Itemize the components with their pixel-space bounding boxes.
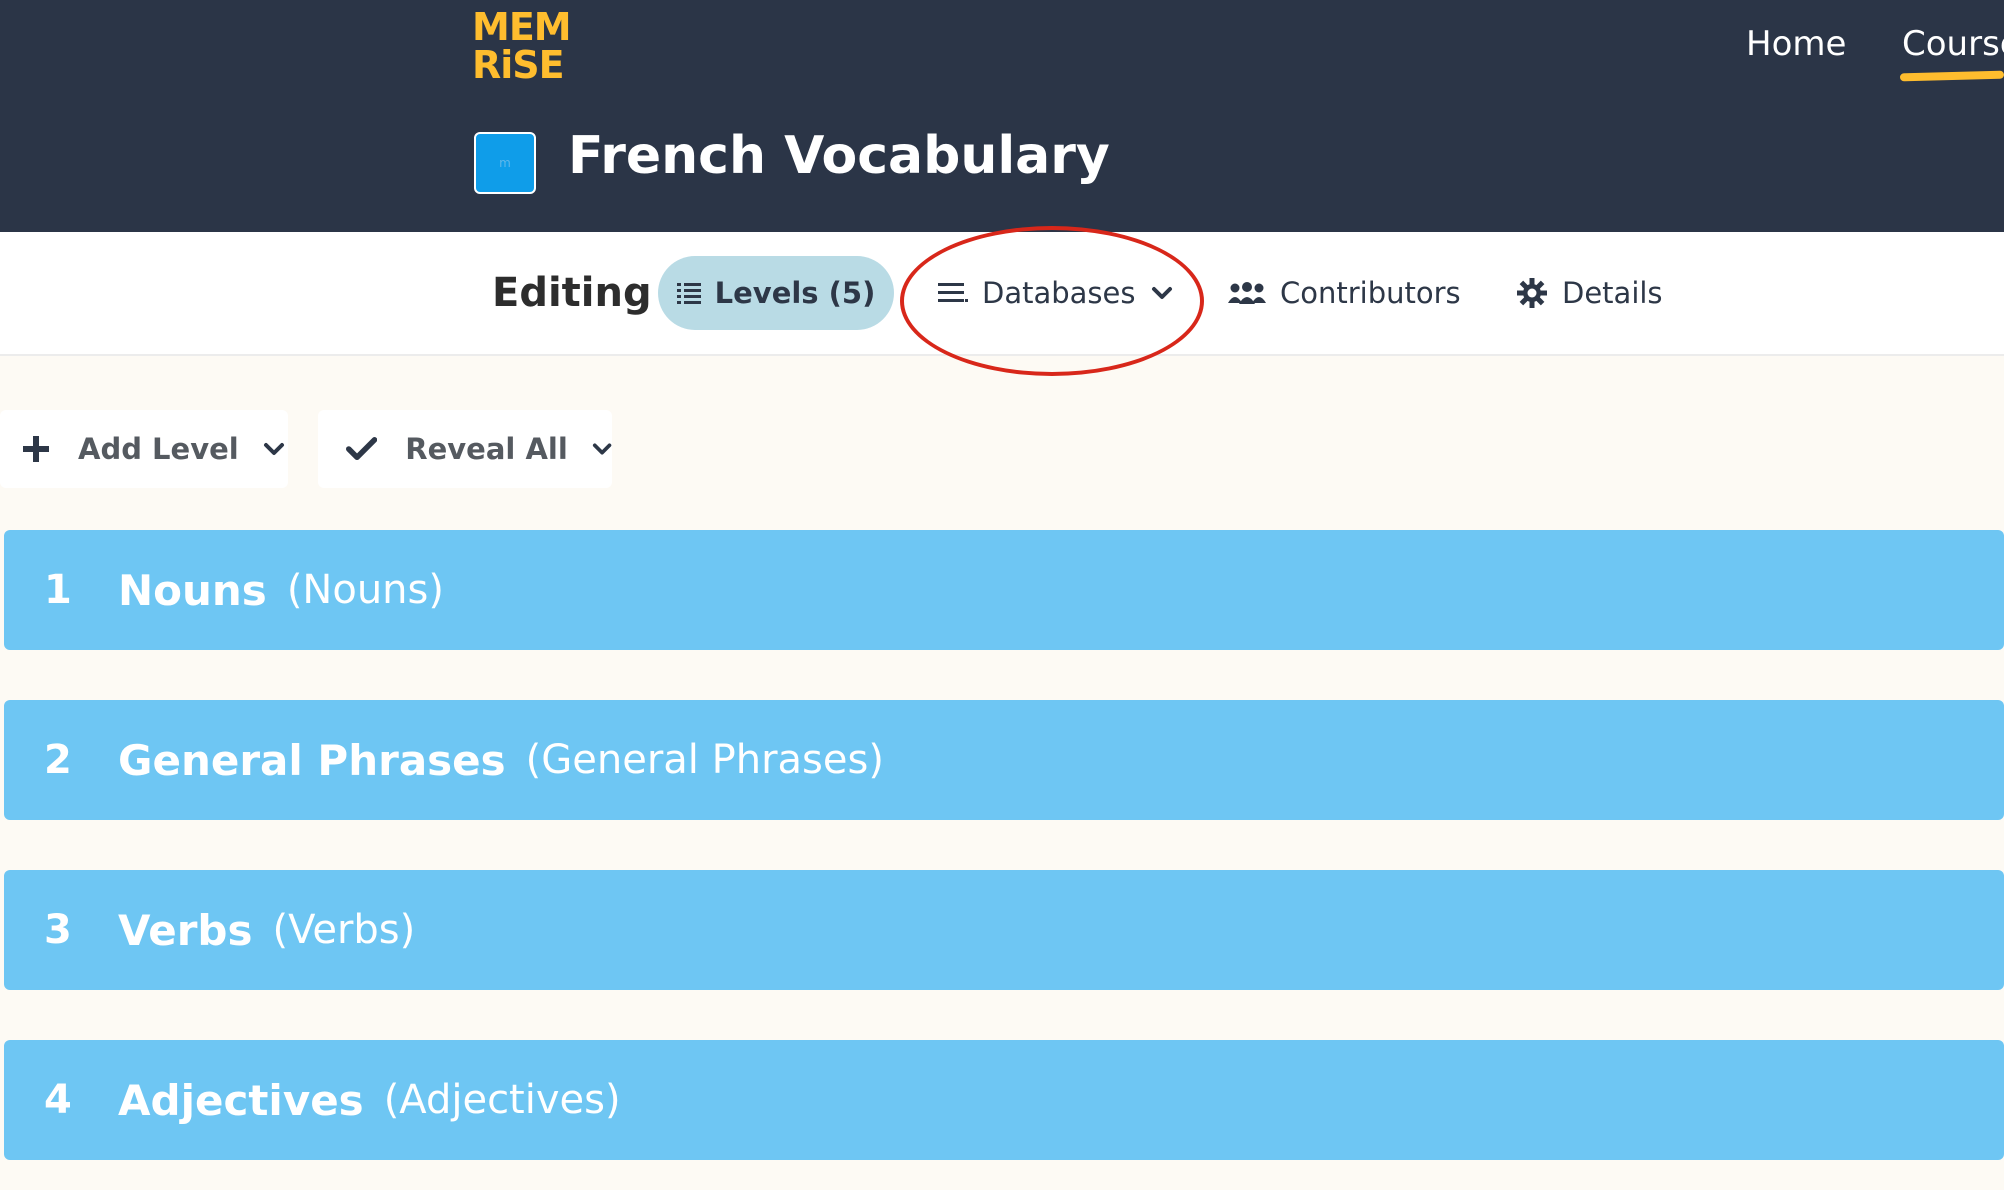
course-title: French Vocabulary: [568, 126, 1110, 186]
level-name: General Phrases: [118, 735, 506, 785]
gear-icon: [1517, 278, 1547, 308]
chevron-down-icon: [592, 443, 612, 455]
level-number: 4: [44, 1077, 72, 1123]
level-row[interactable]: 2 General Phrases (General Phrases): [4, 700, 2004, 820]
tab-levels[interactable]: Levels (5): [658, 256, 894, 330]
tab-contributors[interactable]: Contributors: [1228, 256, 1461, 330]
logo-line-1: MEM: [472, 5, 572, 49]
level-subtitle: (Nouns): [286, 567, 444, 613]
tab-details-label: Details: [1562, 276, 1663, 310]
tab-contributors-label: Contributors: [1280, 276, 1461, 310]
memrise-logo[interactable]: MEM RiSE: [472, 5, 572, 87]
chevron-down-icon: [1152, 287, 1173, 299]
level-subtitle: (General Phrases): [525, 737, 884, 783]
tab-levels-label: Levels (5): [714, 276, 876, 310]
active-nav-underline: [1899, 70, 2004, 82]
level-number: 3: [44, 907, 72, 953]
level-row[interactable]: 3 Verbs (Verbs): [4, 870, 2004, 990]
level-name: Verbs: [118, 905, 253, 955]
level-number: 1: [44, 567, 72, 613]
menu-icon: [938, 283, 968, 302]
nav-courses-link[interactable]: Courses: [1902, 24, 2004, 64]
logo-line-2: RiSE: [472, 43, 565, 87]
tab-details[interactable]: Details: [1516, 256, 1663, 330]
plus-icon: [23, 436, 49, 462]
tab-databases-label: Databases: [982, 276, 1136, 310]
tab-databases[interactable]: Databases: [938, 256, 1173, 330]
level-name: Adjectives: [118, 1075, 364, 1125]
editing-label: Editing: [492, 270, 652, 316]
list-icon: [676, 283, 701, 304]
reveal-all-label: Reveal All: [405, 432, 568, 466]
reveal-all-button[interactable]: Reveal All: [318, 410, 612, 488]
level-name: Nouns: [118, 565, 267, 615]
level-subtitle: (Verbs): [272, 907, 416, 953]
level-number: 2: [44, 737, 72, 783]
check-icon: [346, 437, 378, 461]
course-icon: m: [474, 132, 536, 194]
level-subtitle: (Adjectives): [383, 1077, 621, 1123]
nav-home-link[interactable]: Home: [1746, 24, 1846, 64]
add-level-label: Add Level: [78, 432, 239, 466]
chevron-down-icon: [263, 443, 284, 455]
people-icon: [1228, 282, 1266, 304]
top-header: MEM RiSE Home Courses m French Vocabular…: [0, 0, 2004, 232]
level-row[interactable]: 1 Nouns (Nouns): [4, 530, 2004, 650]
add-level-button[interactable]: Add Level: [0, 410, 288, 488]
level-row[interactable]: 4 Adjectives (Adjectives): [4, 1040, 2004, 1160]
